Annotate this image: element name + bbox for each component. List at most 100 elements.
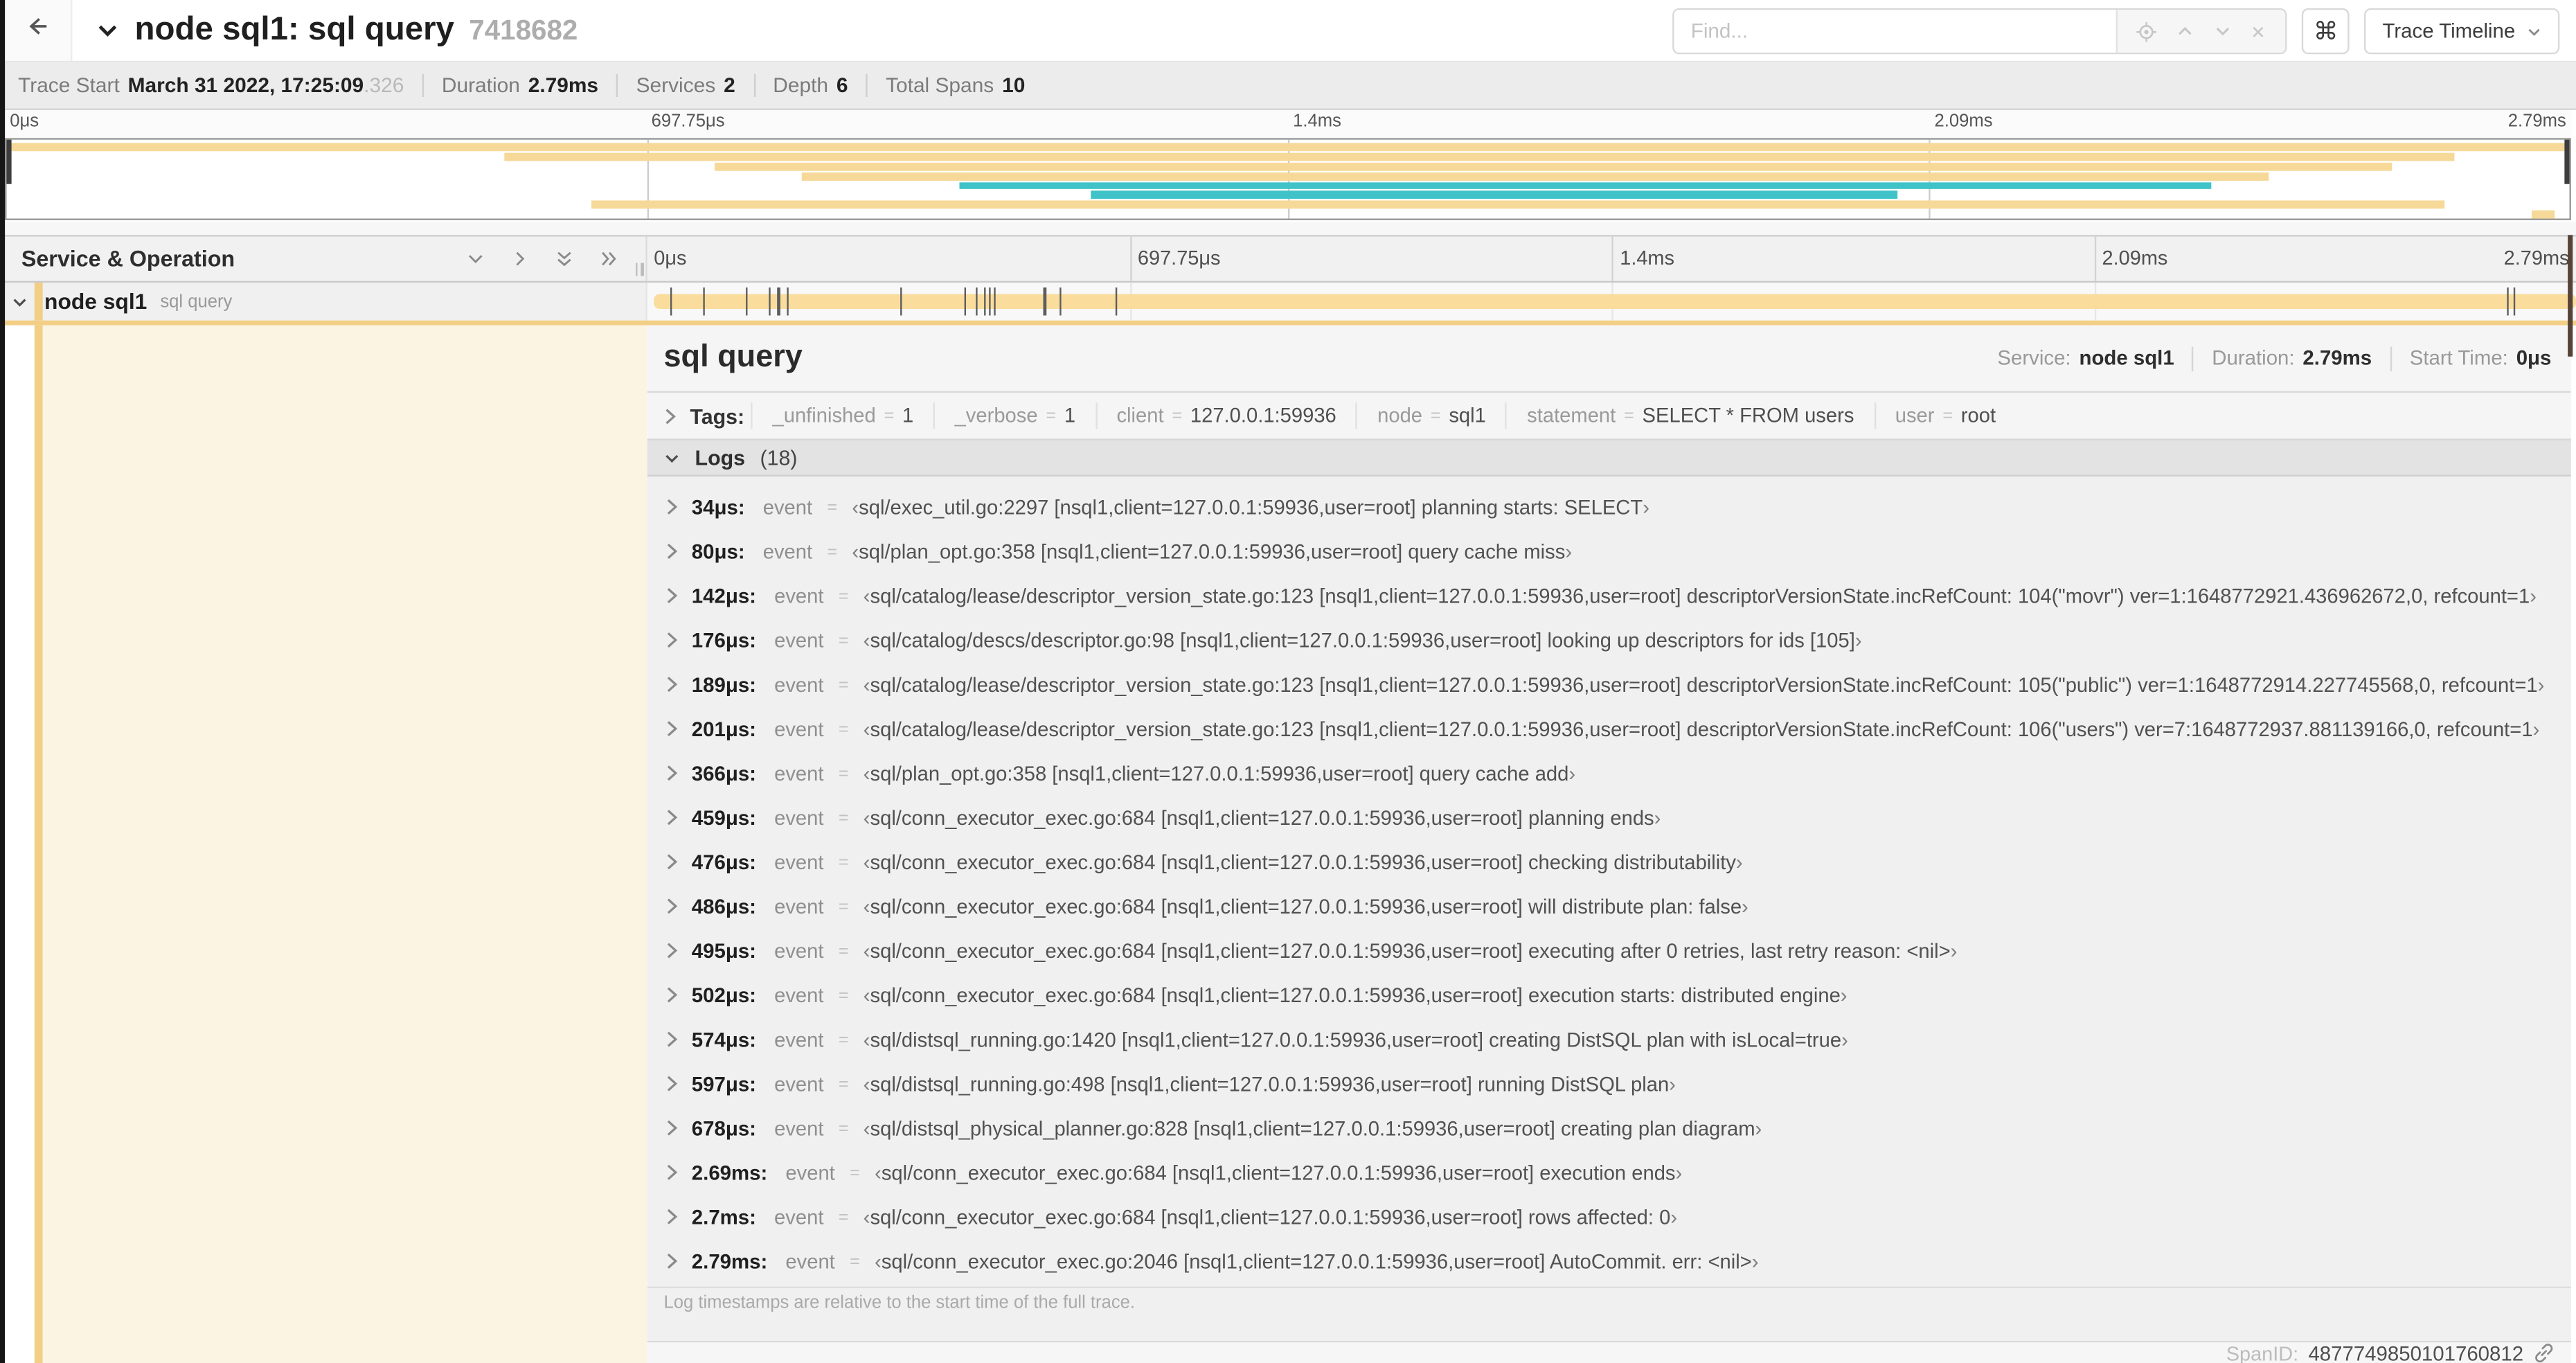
log-row[interactable]: 597μs: event = ‹sql/distsql_running.go:498 … [647,1062,2571,1106]
chevron-down-icon[interactable] [96,18,120,43]
tag-value: root [1960,404,1996,427]
expand-one-icon[interactable] [509,248,530,269]
log-row[interactable]: 2.7ms: event = ‹sql/conn_executor_exec.go:6… [647,1195,2571,1239]
log-row[interactable]: 495μs: event = ‹sql/conn_executor_exec.go:6… [647,928,2571,972]
chevron-right-icon[interactable] [665,498,679,516]
chevron-right-icon[interactable] [663,407,677,425]
minimap-right-scrubber[interactable] [2565,139,2570,184]
chevron-right-icon[interactable] [665,1075,679,1093]
span-duration-bar[interactable] [653,294,2576,310]
ruler-tick: 1.4ms [1611,236,1674,281]
view-range-right-scrubber[interactable] [2568,235,2573,357]
collapse-all-icon[interactable] [554,248,575,269]
tags-row[interactable]: Tags: _unfinished = 1 _verbose = 1 client = 127.… [647,393,2571,438]
close-quote: › [1735,850,1743,873]
span-bar-cell[interactable] [645,283,2576,321]
summary-value-fraction: .326 [364,73,404,97]
find-next-icon[interactable] [2212,21,2232,41]
log-value-text: sql/conn_executor_exec.go:684 [nsql1,cli… [870,894,1742,918]
logs-header[interactable]: Logs (18) [647,438,2571,477]
log-field-name: event [774,672,824,696]
close-quote: › [1950,938,1958,963]
chevron-down-icon[interactable] [12,293,28,310]
log-row[interactable]: 486μs: event = ‹sql/conn_executor_exec.go:6… [647,884,2571,928]
chevron-down-icon [2527,24,2541,38]
tag-equals: = [1172,405,1183,426]
log-row[interactable]: 142μs: event = ‹sql/catalog/lease/descripto… [647,573,2571,618]
log-row[interactable]: 2.69ms: event = ‹sql/conn_executor_exec.go:… [647,1150,2571,1195]
chevron-right-icon[interactable] [665,675,679,693]
detail-header: sql query Service: node sql1 Duration: 2.79… [647,326,2571,393]
minimap-span-graph[interactable] [5,138,2571,220]
log-row[interactable]: 678μs: event = ‹sql/distsql_physical_planne… [647,1106,2571,1150]
log-field-name: event [785,1249,835,1273]
open-quote: ‹ [863,894,870,918]
trace-view-selector[interactable]: Trace Timeline [2364,8,2560,55]
log-equals: = [838,941,849,961]
timeline-header-row: Service & Operation 0μs 697.75μs 1.4ms 2.09… [5,235,2576,283]
chevron-right-icon[interactable] [665,631,679,649]
log-row[interactable]: 574μs: event = ‹sql/distsql_running.go:1420… [647,1017,2571,1062]
trace-title-group: node sql1: sql query 7418682 [96,0,578,61]
clear-find-icon[interactable] [2250,22,2268,40]
service-name[interactable]: node sql1 [44,289,147,314]
log-row[interactable]: 80μs: event = ‹sql/plan_opt.go:358 [nsql1,c… [647,529,2571,573]
log-equals: = [838,985,849,1005]
log-field-name: event [774,761,824,785]
log-field-name: event [774,1072,824,1096]
log-row[interactable]: 201μs: event = ‹sql/catalog/lease/descripto… [647,706,2571,751]
chevron-right-icon[interactable] [665,853,679,871]
column-resize-grip[interactable] [636,262,644,276]
chevron-right-icon[interactable] [665,587,679,605]
log-marker-tick [2507,287,2509,316]
chevron-right-icon[interactable] [665,1252,679,1270]
keyboard-shortcuts-button[interactable]: ⌘ [2302,8,2350,55]
span-row-name-cell[interactable]: node sql1 sql query [5,283,646,321]
expand-all-icon[interactable] [598,248,620,269]
chevron-right-icon[interactable] [665,897,679,915]
span-detail-row: sql query Service: node sql1 Duration: 2.79… [5,320,2576,1363]
log-value-text: sql/distsql_running.go:1420 [nsql1,clien… [870,1027,1842,1051]
find-input[interactable] [1674,10,2117,53]
chevron-right-icon[interactable] [665,986,679,1004]
log-value-text: sql/exec_util.go:2297 [nsql1,client=127.… [859,495,1643,519]
log-row[interactable]: 459μs: event = ‹sql/conn_executor_exec.go:6… [647,795,2571,839]
chevron-right-icon[interactable] [665,808,679,826]
chevron-right-icon[interactable] [665,542,679,560]
minimap-left-scrubber[interactable] [6,139,11,184]
log-row[interactable]: 34μs: event = ‹sql/exec_util.go:2297 [nsql1… [647,485,2571,529]
log-row[interactable]: 189μs: event = ‹sql/catalog/lease/descripto… [647,662,2571,706]
chevron-right-icon[interactable] [665,941,679,959]
timeline-ruler[interactable]: 0μs 697.75μs 1.4ms 2.09ms 2.79ms [645,236,2576,281]
log-row[interactable]: 2.79ms: event = ‹sql/conn_executor_exec.go:… [647,1239,2571,1283]
minimap-span-bar [1091,191,1898,199]
chevron-right-icon[interactable] [665,764,679,782]
deep-link-icon[interactable] [2533,1342,2555,1363]
chevron-right-icon[interactable] [665,720,679,738]
chevron-right-icon[interactable] [665,1208,679,1226]
log-value-text: sql/catalog/lease/descriptor_version_sta… [870,584,2530,607]
summary-label: Depth [773,73,829,97]
view-selector-label: Trace Timeline [2382,19,2516,43]
tag-item: _verbose = 1 [933,402,1095,429]
summary-divider [866,73,868,97]
log-row[interactable]: 366μs: event = ‹sql/plan_opt.go:358 [nsql1,… [647,751,2571,795]
summary-divider [753,73,755,97]
log-value-text: sql/catalog/lease/descriptor_version_sta… [870,717,2533,740]
log-value-text: sql/plan_opt.go:358 [nsql1,client=127.0.… [870,761,1569,785]
log-row[interactable]: 176μs: event = ‹sql/catalog/descs/descripto… [647,618,2571,662]
summary-item: Trace Start March 31 2022, 17:25:09.326 [18,74,404,97]
log-value: ‹sql/catalog/lease/descriptor_version_st… [864,670,2545,700]
focus-target-icon[interactable] [2136,21,2157,42]
log-row[interactable]: 476μs: event = ‹sql/conn_executor_exec.go:6… [647,839,2571,884]
chevron-right-icon[interactable] [665,1164,679,1182]
chevron-right-icon[interactable] [665,1031,679,1049]
back-button[interactable] [5,0,73,61]
ruler-tick: 697.75μs [1129,236,1221,281]
collapse-one-icon[interactable] [465,248,486,269]
log-row[interactable]: 502μs: event = ‹sql/conn_executor_exec.go:6… [647,972,2571,1017]
log-equals: = [850,1251,860,1272]
log-value: ‹sql/conn_executor_exec.go:684 [nsql1,cl… [864,1202,1677,1231]
find-prev-icon[interactable] [2175,21,2194,41]
chevron-right-icon[interactable] [665,1119,679,1137]
